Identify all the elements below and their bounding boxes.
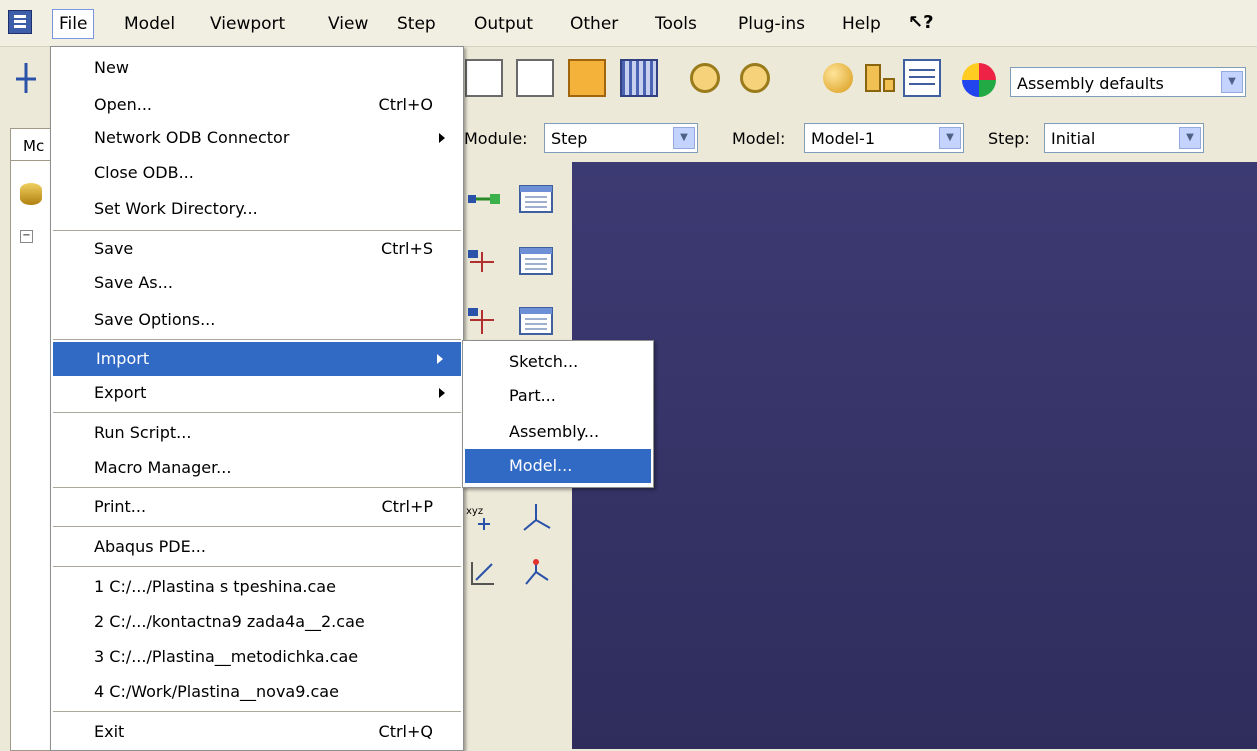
mesh-render-icon[interactable] bbox=[620, 59, 658, 97]
history-output-icon[interactable] bbox=[464, 304, 504, 338]
history-output-manager-icon[interactable] bbox=[516, 304, 556, 338]
menu-item-import-part[interactable]: Part... bbox=[465, 379, 651, 413]
menu-other[interactable]: Other bbox=[570, 14, 618, 34]
datum-csys-icon[interactable] bbox=[516, 500, 556, 534]
axis-icon[interactable] bbox=[12, 59, 40, 97]
model-select[interactable]: Model-1 ▼ bbox=[804, 123, 964, 153]
step-select[interactable]: Initial ▼ bbox=[1044, 123, 1204, 153]
intersection-icon[interactable] bbox=[740, 63, 770, 93]
menu-item-recent-1[interactable]: 1 C:/.../Plastina s tpeshina.cae bbox=[51, 570, 463, 604]
menu-item-import-sketch[interactable]: Sketch... bbox=[465, 345, 651, 379]
menu-item-abaqus-pde[interactable]: Abaqus PDE... bbox=[51, 530, 463, 564]
display-group-manager-icon[interactable] bbox=[903, 59, 941, 97]
hidden-line-render-icon[interactable] bbox=[516, 59, 554, 97]
menu-item-import-assembly[interactable]: Assembly... bbox=[465, 415, 651, 449]
menu-separator bbox=[53, 566, 461, 567]
menu-output[interactable]: Output bbox=[474, 14, 533, 34]
sphere-icon[interactable] bbox=[823, 63, 853, 93]
field-output-manager-icon[interactable] bbox=[516, 244, 556, 278]
module-value: Step bbox=[551, 129, 588, 148]
menu-separator bbox=[53, 711, 461, 712]
database-icon[interactable] bbox=[20, 183, 42, 205]
menu-separator bbox=[53, 487, 461, 488]
render-style-select[interactable]: Assembly defaults ▼ bbox=[1010, 67, 1246, 97]
tab-model-tree-label: Mc bbox=[23, 137, 45, 155]
create-step-icon[interactable] bbox=[464, 182, 504, 216]
tree-collapse-icon[interactable]: − bbox=[20, 230, 33, 243]
file-menu: New Open... Ctrl+O Network ODB Connector … bbox=[50, 46, 464, 751]
menu-help[interactable]: Help bbox=[842, 14, 881, 34]
menu-item-run-script[interactable]: Run Script... bbox=[51, 416, 463, 450]
viewport-canvas[interactable] bbox=[572, 162, 1257, 749]
chevron-down-icon[interactable]: ▼ bbox=[1179, 127, 1201, 149]
step-value: Initial bbox=[1051, 129, 1096, 148]
model-value: Model-1 bbox=[811, 129, 875, 148]
menu-item-macro-manager[interactable]: Macro Manager... bbox=[51, 451, 463, 485]
menu-item-save[interactable]: Save Ctrl+S bbox=[51, 232, 463, 266]
chevron-down-icon[interactable]: ▼ bbox=[939, 127, 961, 149]
part-instance-icon[interactable] bbox=[862, 59, 900, 97]
menu-item-export[interactable]: Export bbox=[51, 376, 463, 410]
menu-item-recent-2[interactable]: 2 C:/.../kontactna9 zada4a__2.cae bbox=[51, 605, 463, 639]
menu-item-import[interactable]: Import bbox=[53, 342, 461, 376]
menu-item-recent-4[interactable]: 4 C:/Work/Plastina__nova9.cae bbox=[51, 675, 463, 709]
union-icon[interactable] bbox=[690, 63, 720, 93]
context-bar: Module: Step ▼ Model: Model-1 ▼ Step: In… bbox=[460, 118, 1257, 160]
field-output-icon[interactable] bbox=[464, 244, 504, 278]
model-label: Model: bbox=[732, 129, 786, 148]
svg-text:xyz: xyz bbox=[466, 506, 483, 517]
wireframe-render-icon[interactable] bbox=[465, 59, 503, 97]
menu-step[interactable]: Step bbox=[397, 14, 436, 34]
submenu-arrow-icon bbox=[437, 354, 443, 364]
partition-icon[interactable] bbox=[464, 556, 504, 590]
color-code-icon[interactable] bbox=[962, 63, 996, 97]
import-submenu: Sketch... Part... Assembly... Model... bbox=[462, 340, 654, 488]
menu-view[interactable]: View bbox=[328, 14, 368, 34]
module-select[interactable]: Step ▼ bbox=[544, 123, 698, 153]
submenu-arrow-icon bbox=[439, 388, 445, 398]
menu-item-open[interactable]: Open... Ctrl+O bbox=[51, 88, 463, 122]
shaded-render-icon[interactable] bbox=[568, 59, 606, 97]
menu-bar: File Model Viewport View Step Output Oth… bbox=[0, 0, 1257, 47]
menu-viewport[interactable]: Viewport bbox=[210, 14, 285, 34]
menu-item-print[interactable]: Print... Ctrl+P bbox=[51, 490, 463, 524]
menu-item-set-work-directory[interactable]: Set Work Directory... bbox=[51, 192, 463, 226]
menu-item-close-odb[interactable]: Close ODB... bbox=[51, 156, 463, 190]
module-label: Module: bbox=[464, 129, 528, 148]
menu-separator bbox=[53, 526, 461, 527]
menu-item-new[interactable]: New bbox=[51, 51, 463, 85]
menu-separator bbox=[53, 412, 461, 413]
render-style-value: Assembly defaults bbox=[1017, 74, 1164, 93]
datum-point-icon[interactable]: xyz bbox=[464, 500, 504, 534]
menu-item-save-options[interactable]: Save Options... bbox=[51, 303, 463, 337]
step-manager-icon[interactable] bbox=[516, 182, 556, 216]
menu-separator bbox=[53, 230, 461, 231]
menu-model[interactable]: Model bbox=[124, 14, 175, 34]
menu-item-network-odb-connector[interactable]: Network ODB Connector bbox=[51, 121, 463, 155]
menu-item-exit[interactable]: Exit Ctrl+Q bbox=[51, 715, 463, 749]
chevron-down-icon[interactable]: ▼ bbox=[1221, 71, 1243, 93]
menu-item-save-as[interactable]: Save As... bbox=[51, 266, 463, 300]
menu-file[interactable]: File bbox=[52, 9, 95, 39]
menu-item-import-model[interactable]: Model... bbox=[465, 449, 651, 483]
menu-item-recent-3[interactable]: 3 C:/.../Plastina__metodichka.cae bbox=[51, 640, 463, 674]
app-menu-icon[interactable] bbox=[8, 10, 32, 34]
chevron-down-icon[interactable]: ▼ bbox=[673, 127, 695, 149]
menu-separator bbox=[53, 339, 461, 340]
menu-tools[interactable]: Tools bbox=[655, 14, 697, 34]
datum-axis-icon[interactable] bbox=[516, 556, 556, 590]
step-label: Step: bbox=[988, 129, 1030, 148]
menu-plugins[interactable]: Plug-ins bbox=[738, 14, 805, 34]
submenu-arrow-icon bbox=[439, 133, 445, 143]
whats-this-icon[interactable]: ↖? bbox=[908, 12, 934, 33]
